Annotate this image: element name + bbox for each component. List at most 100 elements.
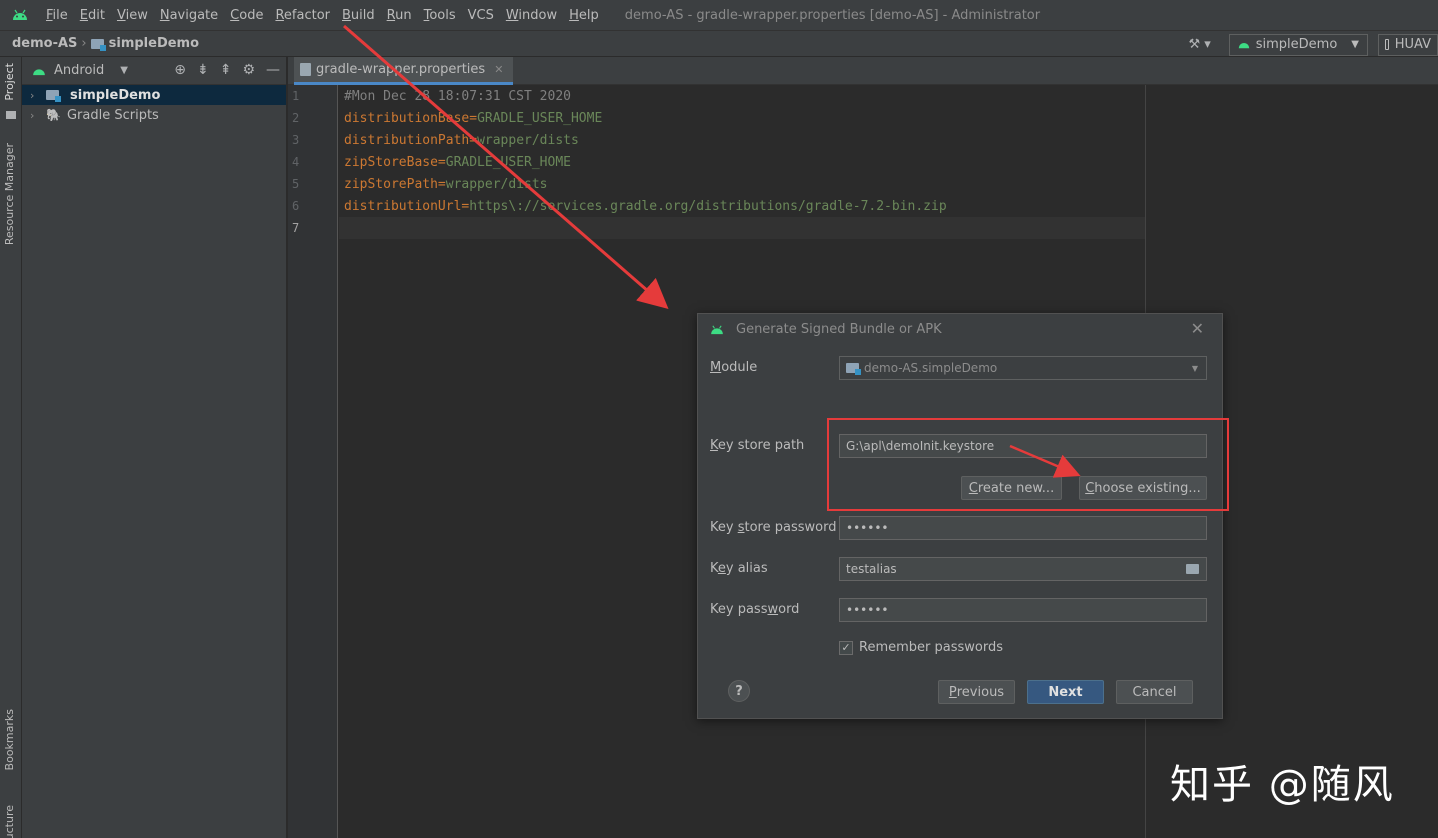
previous-button[interactable]: Previous xyxy=(938,680,1015,704)
module-label: Module xyxy=(710,360,758,375)
menu-file[interactable]: File xyxy=(40,8,74,23)
navigation-bar: demo-AS › simpleDemo ⚒ ▾ simpleDemo ▼ HU… xyxy=(0,30,1438,57)
tab-gradle-wrapper-properties[interactable]: gradle-wrapper.properties ✕ xyxy=(294,57,514,85)
tab-bookmarks[interactable]: Bookmarks xyxy=(3,709,16,770)
menu-code[interactable]: Code xyxy=(224,8,269,23)
key-password-input[interactable]: •••••• xyxy=(839,598,1207,622)
tree-item-label: Gradle Scripts xyxy=(66,107,159,123)
help-icon[interactable]: ? xyxy=(728,680,750,702)
menu-edit[interactable]: Edit xyxy=(74,8,111,23)
line-number: 4 xyxy=(292,155,300,169)
keystore-path-label: Key store path xyxy=(710,438,805,453)
line-number: 2 xyxy=(292,111,300,125)
code-line: distributionUrl=https\://services.gradle… xyxy=(344,199,947,214)
chevron-down-icon: ▼ xyxy=(1191,363,1198,373)
properties-file-icon xyxy=(300,63,311,76)
property-key: distributionPath xyxy=(344,133,470,148)
menu-window[interactable]: Window xyxy=(500,8,563,23)
checkmark-icon[interactable]: ✓ xyxy=(839,640,853,655)
line-number-gutter: 1 2 3 4 5 6 7 xyxy=(288,85,338,838)
chevron-right-icon[interactable]: › xyxy=(30,89,40,102)
line-number: 7 xyxy=(292,221,300,235)
left-tool-strip: Project Resource Manager Bookmarks Struc… xyxy=(0,57,22,838)
menu-navigate[interactable]: Navigate xyxy=(154,8,224,23)
expand-all-icon[interactable]: ⇟ xyxy=(197,62,209,78)
locate-target-icon[interactable]: ⊕ xyxy=(174,62,186,78)
property-value: wrapper/dists xyxy=(445,177,548,192)
breadcrumb-module[interactable]: simpleDemo xyxy=(109,36,199,51)
key-alias-input[interactable]: testalias xyxy=(839,557,1207,581)
menu-refactor[interactable]: Refactor xyxy=(269,8,336,23)
tab-label: gradle-wrapper.properties xyxy=(316,62,486,77)
project-panel: Android ▼ ⊕ ⇟ ⇞ ⚙ — › simpleDemo › 🐘 Gra… xyxy=(22,57,287,838)
tab-project[interactable]: Project xyxy=(3,63,16,101)
keystore-password-value: •••••• xyxy=(846,521,889,535)
chevron-down-icon[interactable]: ▼ xyxy=(120,65,128,76)
build-hammer-icon[interactable]: ⚒ ▾ xyxy=(1188,37,1210,52)
breadcrumb-project[interactable]: demo-AS xyxy=(0,36,77,51)
module-folder-icon xyxy=(846,363,861,375)
key-alias-value: testalias xyxy=(846,562,897,576)
current-line-highlight xyxy=(339,217,1145,239)
line-number: 6 xyxy=(292,199,300,213)
run-configuration-dropdown[interactable]: simpleDemo ▼ xyxy=(1228,33,1368,56)
run-configuration-label: simpleDemo xyxy=(1255,37,1338,52)
tree-item-gradle-scripts[interactable]: › 🐘 Gradle Scripts xyxy=(22,105,286,125)
tab-resource-manager[interactable]: Resource Manager xyxy=(3,143,16,245)
property-key: zipStoreBase xyxy=(344,155,438,170)
menu-view[interactable]: View xyxy=(111,8,154,23)
android-studio-logo-icon xyxy=(0,9,40,21)
menu-help[interactable]: Help xyxy=(563,8,605,23)
menu-bar: File Edit View Navigate Code Refactor Bu… xyxy=(0,0,1438,30)
keystore-password-label: Key store password xyxy=(710,520,837,535)
android-icon xyxy=(711,325,723,334)
module-select[interactable]: demo-AS.simpleDemo ▼ xyxy=(839,356,1207,380)
device-selector[interactable]: HUAV xyxy=(1378,33,1438,56)
property-key: distributionBase xyxy=(344,111,470,126)
module-folder-icon xyxy=(46,90,61,102)
watermark: 知乎 @随风 xyxy=(1170,762,1395,808)
project-view-selector[interactable]: Android xyxy=(54,63,104,78)
property-key: zipStorePath xyxy=(344,177,438,192)
android-icon xyxy=(1238,43,1249,49)
menu-tools[interactable]: Tools xyxy=(418,8,462,23)
project-folder-icon xyxy=(6,111,16,119)
folder-browse-icon[interactable] xyxy=(1186,564,1199,574)
code-line: zipStoreBase=GRADLE_USER_HOME xyxy=(344,155,571,170)
line-number: 3 xyxy=(292,133,300,147)
tab-structure[interactable]: Structure xyxy=(3,805,16,838)
key-password-value: •••••• xyxy=(846,603,889,617)
close-tab-icon[interactable]: ✕ xyxy=(494,63,503,76)
generate-signed-bundle-dialog: Generate Signed Bundle or APK ✕ Module d… xyxy=(697,313,1223,719)
close-icon[interactable]: ✕ xyxy=(1191,319,1204,338)
chevron-right-icon[interactable]: › xyxy=(30,109,40,122)
tree-item-simpledemo[interactable]: › simpleDemo xyxy=(22,85,286,105)
module-select-value: demo-AS.simpleDemo xyxy=(864,361,998,375)
menu-build[interactable]: Build xyxy=(336,8,381,23)
key-alias-label: Key alias xyxy=(710,561,768,576)
menu-vcs[interactable]: VCS xyxy=(462,8,500,23)
chevron-down-icon: ▼ xyxy=(1351,39,1359,50)
gear-icon[interactable]: ⚙ xyxy=(242,62,255,78)
dialog-title-bar: Generate Signed Bundle or APK xyxy=(710,322,942,337)
dialog-title: Generate Signed Bundle or APK xyxy=(736,322,942,337)
property-value: wrapper/dists xyxy=(477,133,579,148)
property-value: GRADLE_USER_HOME xyxy=(445,155,571,170)
hide-panel-icon[interactable]: — xyxy=(266,62,280,78)
menu-run[interactable]: Run xyxy=(381,8,418,23)
property-key: distributionUrl xyxy=(344,199,462,214)
keystore-password-input[interactable]: •••••• xyxy=(839,516,1207,540)
cancel-button[interactable]: Cancel xyxy=(1116,680,1193,704)
gradle-elephant-icon: 🐘 xyxy=(46,108,61,122)
code-line: zipStorePath=wrapper/dists xyxy=(344,177,548,192)
module-folder-icon xyxy=(90,38,106,51)
remember-passwords-checkbox[interactable]: ✓ Remember passwords xyxy=(839,640,1003,655)
line-number: 5 xyxy=(292,177,300,191)
line-number: 1 xyxy=(292,89,300,103)
collapse-all-icon[interactable]: ⇞ xyxy=(220,62,232,78)
window-title: demo-AS - gradle-wrapper.properties [dem… xyxy=(624,7,1041,23)
key-password-label: Key password xyxy=(710,602,800,617)
property-value: https\://services.gradle.org/distributio… xyxy=(469,199,947,214)
phone-icon xyxy=(1385,39,1389,50)
next-button[interactable]: Next xyxy=(1027,680,1104,704)
